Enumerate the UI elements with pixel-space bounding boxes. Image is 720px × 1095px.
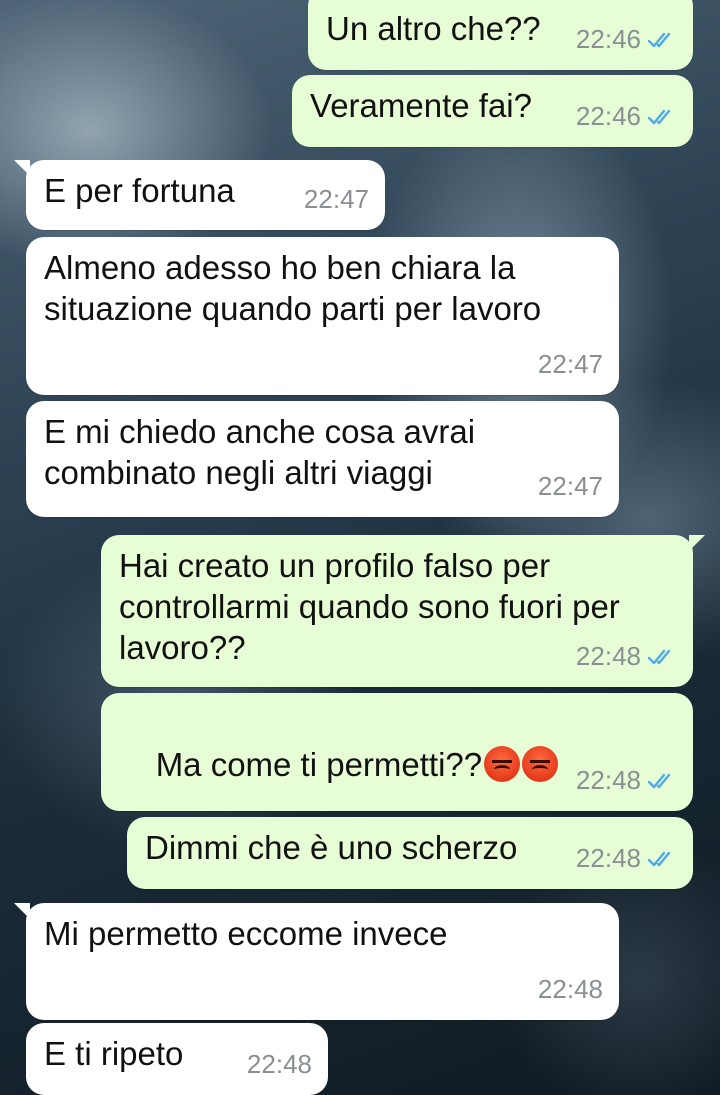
message-bubble-incoming[interactable]: E ti ripeto 22:48 (26, 1023, 328, 1095)
message-bubble-incoming[interactable]: E mi chiedo anche cosa avrai combinato n… (26, 401, 619, 517)
message-bubble-outgoing[interactable]: Hai creato un profilo falso per controll… (101, 535, 705, 687)
message-time: 22:46 (575, 101, 641, 131)
message-meta: 22:46 (576, 19, 677, 60)
message-bubble-incoming[interactable]: Mi permetto eccome invece 22:48 (14, 903, 619, 1020)
double-check-read-icon (647, 851, 671, 866)
message-time: 22:48 (575, 641, 641, 671)
message-time: 22:47 (537, 349, 603, 379)
message-bubble-outgoing[interactable]: Ma come ti permetti?? 22:48 (101, 693, 693, 811)
message-time: 22:46 (575, 24, 641, 54)
double-check-read-icon (647, 109, 671, 124)
message-text: E mi chiedo anche cosa avrai combinato n… (44, 413, 485, 491)
pouting-face-emoji (522, 746, 559, 782)
message-bubble-outgoing[interactable]: Un altro che?? 22:46 (308, 0, 693, 70)
message-bubble-outgoing[interactable]: Veramente fai? 22:46 (292, 75, 693, 147)
message-time: 22:47 (537, 471, 603, 501)
double-check-read-icon (647, 32, 671, 47)
message-bubble-incoming[interactable]: Almeno adesso ho ben chiara la situazion… (26, 237, 619, 395)
message-meta: 22:48 (576, 636, 677, 677)
message-text: Ma come ti permetti?? (155, 746, 483, 783)
message-meta: 22:47 (538, 344, 603, 385)
message-time: 22:48 (246, 1049, 312, 1079)
message-bubble-outgoing[interactable]: Dimmi che è uno scherzo 22:48 (127, 817, 693, 889)
message-meta: 22:48 (538, 969, 603, 1010)
double-check-read-icon (647, 773, 671, 788)
message-meta: 22:48 (576, 760, 677, 801)
message-meta: 22:48 (247, 1044, 312, 1085)
pouting-face-emoji (484, 746, 521, 782)
message-meta: 22:48 (576, 838, 677, 879)
message-time: 22:48 (537, 974, 603, 1004)
message-time: 22:48 (575, 765, 641, 795)
message-meta: 22:47 (538, 466, 603, 507)
message-time: 22:48 (575, 843, 641, 873)
message-time: 22:47 (303, 184, 369, 214)
message-bubble-incoming[interactable]: E per fortuna 22:47 (14, 160, 385, 230)
message-text: Mi permetto eccome invece (44, 915, 448, 952)
message-meta: 22:47 (304, 179, 369, 220)
message-text: Almeno adesso ho ben chiara la situazion… (44, 249, 542, 327)
message-meta: 22:46 (576, 96, 677, 137)
double-check-read-icon (647, 649, 671, 664)
